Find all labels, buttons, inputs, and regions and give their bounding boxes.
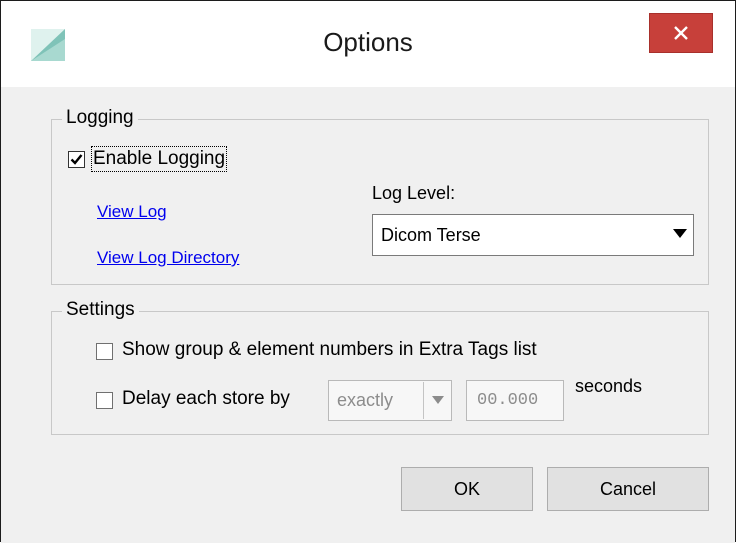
delay-mode-value: exactly [337, 390, 394, 410]
settings-group-label: Settings [62, 299, 139, 321]
delay-store-label[interactable]: Delay each store by [122, 388, 290, 410]
show-numbers-checkbox[interactable] [96, 343, 113, 360]
close-icon [674, 26, 688, 40]
view-log-directory-link[interactable]: View Log Directory [97, 248, 239, 268]
checkmark-icon [70, 154, 83, 165]
delay-store-checkbox[interactable] [96, 392, 113, 409]
logging-group: Logging Enable Logging View Log View Log… [51, 107, 709, 285]
title-bar: Options [1, 1, 735, 87]
enable-logging-checkbox[interactable] [68, 151, 85, 168]
close-button[interactable] [649, 13, 713, 53]
chevron-down-icon [673, 229, 687, 238]
dialog-title: Options [323, 27, 413, 57]
delay-mode-select[interactable]: exactly [328, 380, 452, 421]
options-dialog: Options Logging Enable Logging View Log … [0, 0, 736, 543]
view-log-link[interactable]: View Log [97, 202, 167, 222]
settings-group: Settings Show group & element numbers in… [51, 299, 709, 435]
cancel-button[interactable]: Cancel [547, 467, 709, 511]
logging-group-label: Logging [62, 107, 138, 129]
delay-seconds-input[interactable]: 00.000 [466, 380, 564, 421]
log-level-value: Dicom Terse [381, 225, 481, 245]
seconds-label: seconds [575, 376, 643, 396]
show-numbers-label[interactable]: Show group & element numbers in Extra Ta… [122, 339, 537, 361]
ok-button[interactable]: OK [401, 467, 533, 511]
log-level-label: Log Level: [372, 183, 456, 203]
delay-seconds-value: 00.000 [477, 391, 539, 410]
enable-logging-label[interactable]: Enable Logging [90, 146, 228, 172]
select-divider [423, 382, 424, 419]
chevron-down-icon [432, 396, 444, 404]
dialog-content: Logging Enable Logging View Log View Log… [1, 87, 735, 543]
log-level-select[interactable]: Dicom Terse [372, 214, 694, 256]
